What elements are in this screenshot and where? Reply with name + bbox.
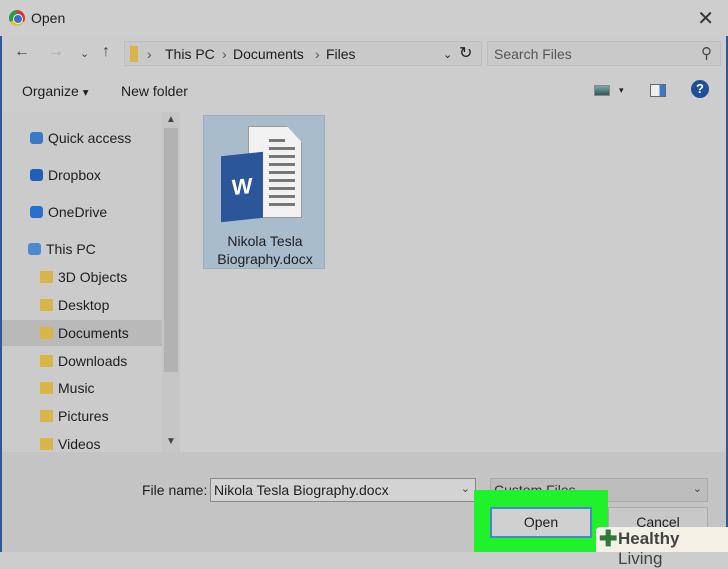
folder-icon [40,271,53,283]
breadcrumb-this-pc[interactable]: This PC [165,46,215,62]
up-button[interactable]: ↑ [102,43,110,61]
help-icon[interactable]: ? [691,80,709,98]
sidebar-item-quick-access[interactable]: Quick access [2,125,162,151]
sidebar-item-label: Dropbox [48,167,101,183]
file-item[interactable]: W Nikola Tesla Biography.docx [203,115,325,269]
sidebar-item-label: Desktop [58,297,110,313]
sidebar-scrollbar[interactable]: ▲ ▼ [162,112,180,452]
sidebar-item-label: Downloads [58,353,128,369]
refresh-icon[interactable]: ↻ [459,43,472,63]
search-icon: ⚲ [701,45,712,62]
folder-icon [40,355,53,367]
chevron-down-icon: ⌄ [692,483,702,495]
sidebar-item-dropbox[interactable]: Dropbox [2,162,162,188]
sidebar-item-this-pc[interactable]: This PC [2,236,162,262]
folder-icon [40,410,53,422]
sidebar-item-downloads[interactable]: Downloads [2,348,162,374]
file-list: W Nikola Tesla Biography.docx [186,112,726,452]
back-button[interactable]: ← [14,43,30,61]
forward-button[interactable]: → [48,43,64,61]
sidebar-item-label: Music [58,380,95,396]
sidebar-item-3d-objects[interactable]: 3D Objects [2,264,162,290]
breadcrumb-files[interactable]: Files [326,46,356,62]
address-bar[interactable]: › This PC › Documents › Files ⌄ ↻ [124,41,482,66]
folder-icon [40,327,53,339]
window-title: Open [31,10,66,26]
sidebar-item-label: OneDrive [48,204,108,220]
file-name-input[interactable]: Nikola Tesla Biography.docx ⌄ [210,478,476,502]
search-input[interactable]: Search Files ⚲ [487,41,721,66]
sidebar-item-documents[interactable]: Documents [2,320,162,346]
computer-icon [28,243,41,255]
folder-icon [40,299,53,311]
word-icon: W [221,151,263,223]
organize-button[interactable]: Organize ▾ [22,83,89,99]
watermark-logo: ✚ Healthy Living [596,526,728,568]
star-icon [30,132,43,144]
folder-icon [40,438,53,450]
sidebar-item-desktop[interactable]: Desktop [2,292,162,318]
breadcrumb-documents[interactable]: Documents [233,46,304,62]
file-name-label: File name: [142,482,208,498]
navigation-pane: Quick access Dropbox OneDrive This PC 3D Obj… [2,112,162,452]
file-name-label: Nikola Tesla Biography.docx [217,233,313,267]
sidebar-item-onedrive[interactable]: OneDrive [2,199,162,225]
open-button[interactable]: Open [490,507,592,538]
sidebar-item-label: Quick access [48,130,132,146]
close-button[interactable]: ✕ [697,6,714,31]
preview-pane-icon[interactable] [650,84,666,97]
folder-icon [40,382,53,394]
sidebar-item-label: This PC [46,241,96,257]
chevron-down-icon: ⌄ [460,483,470,495]
sidebar-item-music[interactable]: Music [2,375,162,401]
sidebar-item-label: 3D Objects [58,269,128,285]
title-bar: Open ✕ [0,0,728,36]
view-options-icon[interactable] [594,85,610,96]
toolbar: Organize ▾ New folder ▾ ? [0,76,728,106]
sidebar-item-label: Documents [58,325,129,341]
view-dropdown-icon[interactable]: ▾ [619,85,624,96]
address-dropdown-icon[interactable]: ⌄ [443,48,452,61]
cloud-icon [30,206,43,218]
new-folder-button[interactable]: New folder [121,83,188,99]
recent-dropdown-button[interactable]: ⌄ [80,47,89,60]
sidebar-item-label: Pictures [58,408,109,424]
folder-icon [130,46,138,62]
sidebar-item-pictures[interactable]: Pictures [2,403,162,429]
chrome-icon [9,10,25,26]
dropbox-icon [30,169,43,181]
